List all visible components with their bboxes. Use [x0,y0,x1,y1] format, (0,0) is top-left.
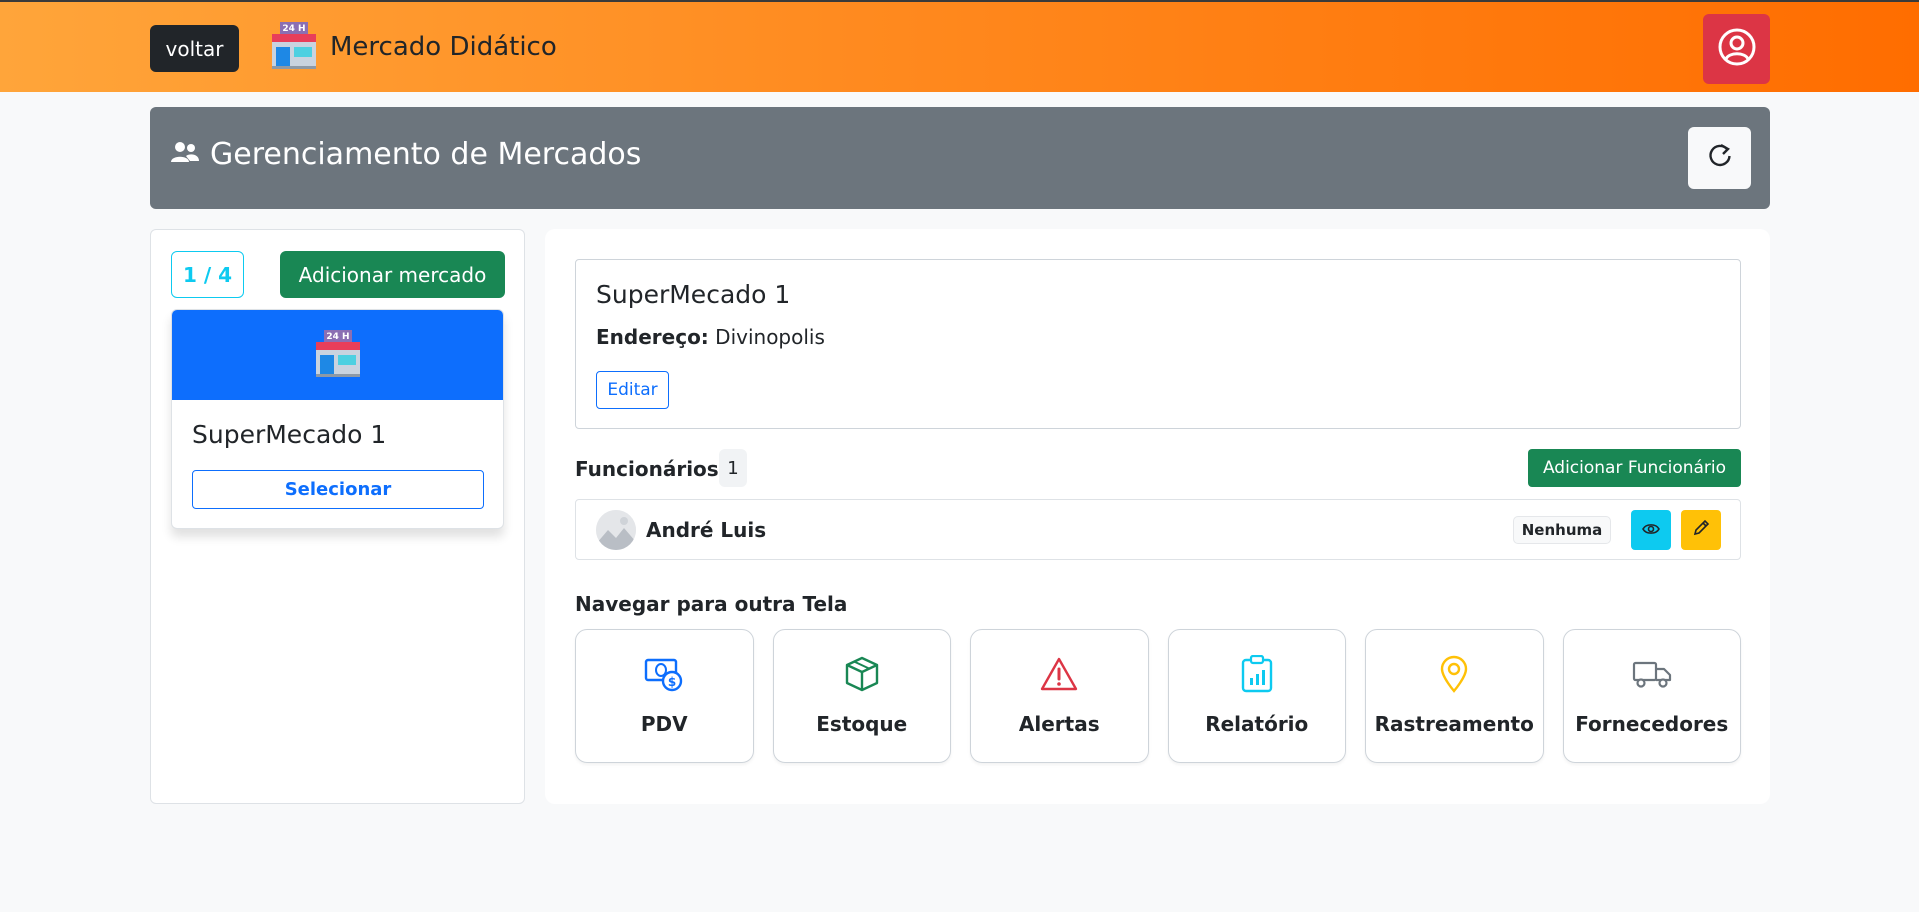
profile-button[interactable] [1703,14,1770,84]
nav-label: PDV [640,712,688,736]
address-label: Endereço: [596,325,709,349]
market-card-banner: 24 H [172,310,503,400]
nav-label: Estoque [816,712,908,736]
nav-label: Relatório [1205,712,1309,736]
nav-label: Rastreamento [1374,712,1534,736]
market-info-box: SuperMecado 1 Endereço: Divinopolis Edit… [575,259,1741,429]
brand-title: Mercado Didático [330,32,557,62]
page-header: Gerenciamento de Mercados [150,107,1770,209]
warning-icon [1040,656,1078,692]
store-icon: 24 H [312,328,364,382]
nav-tile-rastreamento[interactable]: Rastreamento [1365,629,1544,763]
location-pin-icon [1439,655,1469,693]
truck-icon [1632,656,1672,692]
markets-panel: 1 / 4 Adicionar mercado 24 H SuperMecado… [150,229,525,804]
edit-market-button[interactable]: Editar [596,371,669,409]
employee-name: André Luis [646,518,767,542]
svg-text:$: $ [668,675,676,689]
refresh-button[interactable] [1688,127,1751,189]
employees-title: Funcionários [575,457,719,481]
nav-tile-pdv[interactable]: $ PDV [575,629,754,763]
employees-count-badge: 1 [719,449,747,487]
cash-icon: $ [644,656,684,692]
eye-icon [1642,521,1660,540]
nav-tile-estoque[interactable]: Estoque [772,629,951,763]
employee-row: André Luis Nenhuma [575,499,1741,560]
add-employee-button[interactable]: Adicionar Funcionário [1528,449,1741,487]
avatar [596,510,636,550]
market-counter: 1 / 4 [171,251,244,298]
navigation-grid: $ PDV Estoque Alertas Relatório Rastream… [575,629,1741,764]
address-value: Divinopolis [715,325,825,349]
market-name: SuperMecado 1 [596,280,791,309]
users-icon [170,137,200,172]
market-details-panel: SuperMecado 1 Endereço: Divinopolis Edit… [545,229,1770,804]
nav-tile-fornecedores[interactable]: Fornecedores [1562,629,1741,763]
svg-text:24 H: 24 H [282,24,305,34]
pencil-icon [1692,519,1710,541]
page-title-wrap: Gerenciamento de Mercados [170,137,641,172]
nav-label: Alertas [1018,712,1100,736]
market-card-name: SuperMecado 1 [192,420,387,449]
nav-label: Fornecedores [1575,712,1729,736]
add-market-button[interactable]: Adicionar mercado [280,251,505,298]
edit-employee-button[interactable] [1681,510,1721,550]
market-card: 24 H SuperMecado 1 Selecionar [171,309,504,529]
box-icon [844,656,880,692]
brand[interactable]: 24 H Mercado Didático [268,18,557,76]
refresh-icon [1707,143,1733,173]
navigation-title: Navegar para outra Tela [575,592,848,616]
nav-tile-relatorio[interactable]: Relatório [1167,629,1346,763]
market-address: Endereço: Divinopolis [596,325,825,349]
back-button[interactable]: voltar [150,25,239,72]
user-circle-icon [1718,28,1756,70]
nav-tile-alertas[interactable]: Alertas [970,629,1149,763]
select-market-button[interactable]: Selecionar [192,470,484,509]
employee-role-badge: Nenhuma [1513,516,1611,544]
employees-header: Funcionários 1 Adicionar Funcionário [575,449,1741,489]
store-icon: 24 H [268,20,320,74]
top-navbar: voltar 24 H Mercado Didático [0,0,1919,92]
page-title: Gerenciamento de Mercados [210,137,642,172]
report-icon [1241,655,1273,693]
svg-text:24 H: 24 H [326,332,349,342]
view-employee-button[interactable] [1631,510,1671,550]
